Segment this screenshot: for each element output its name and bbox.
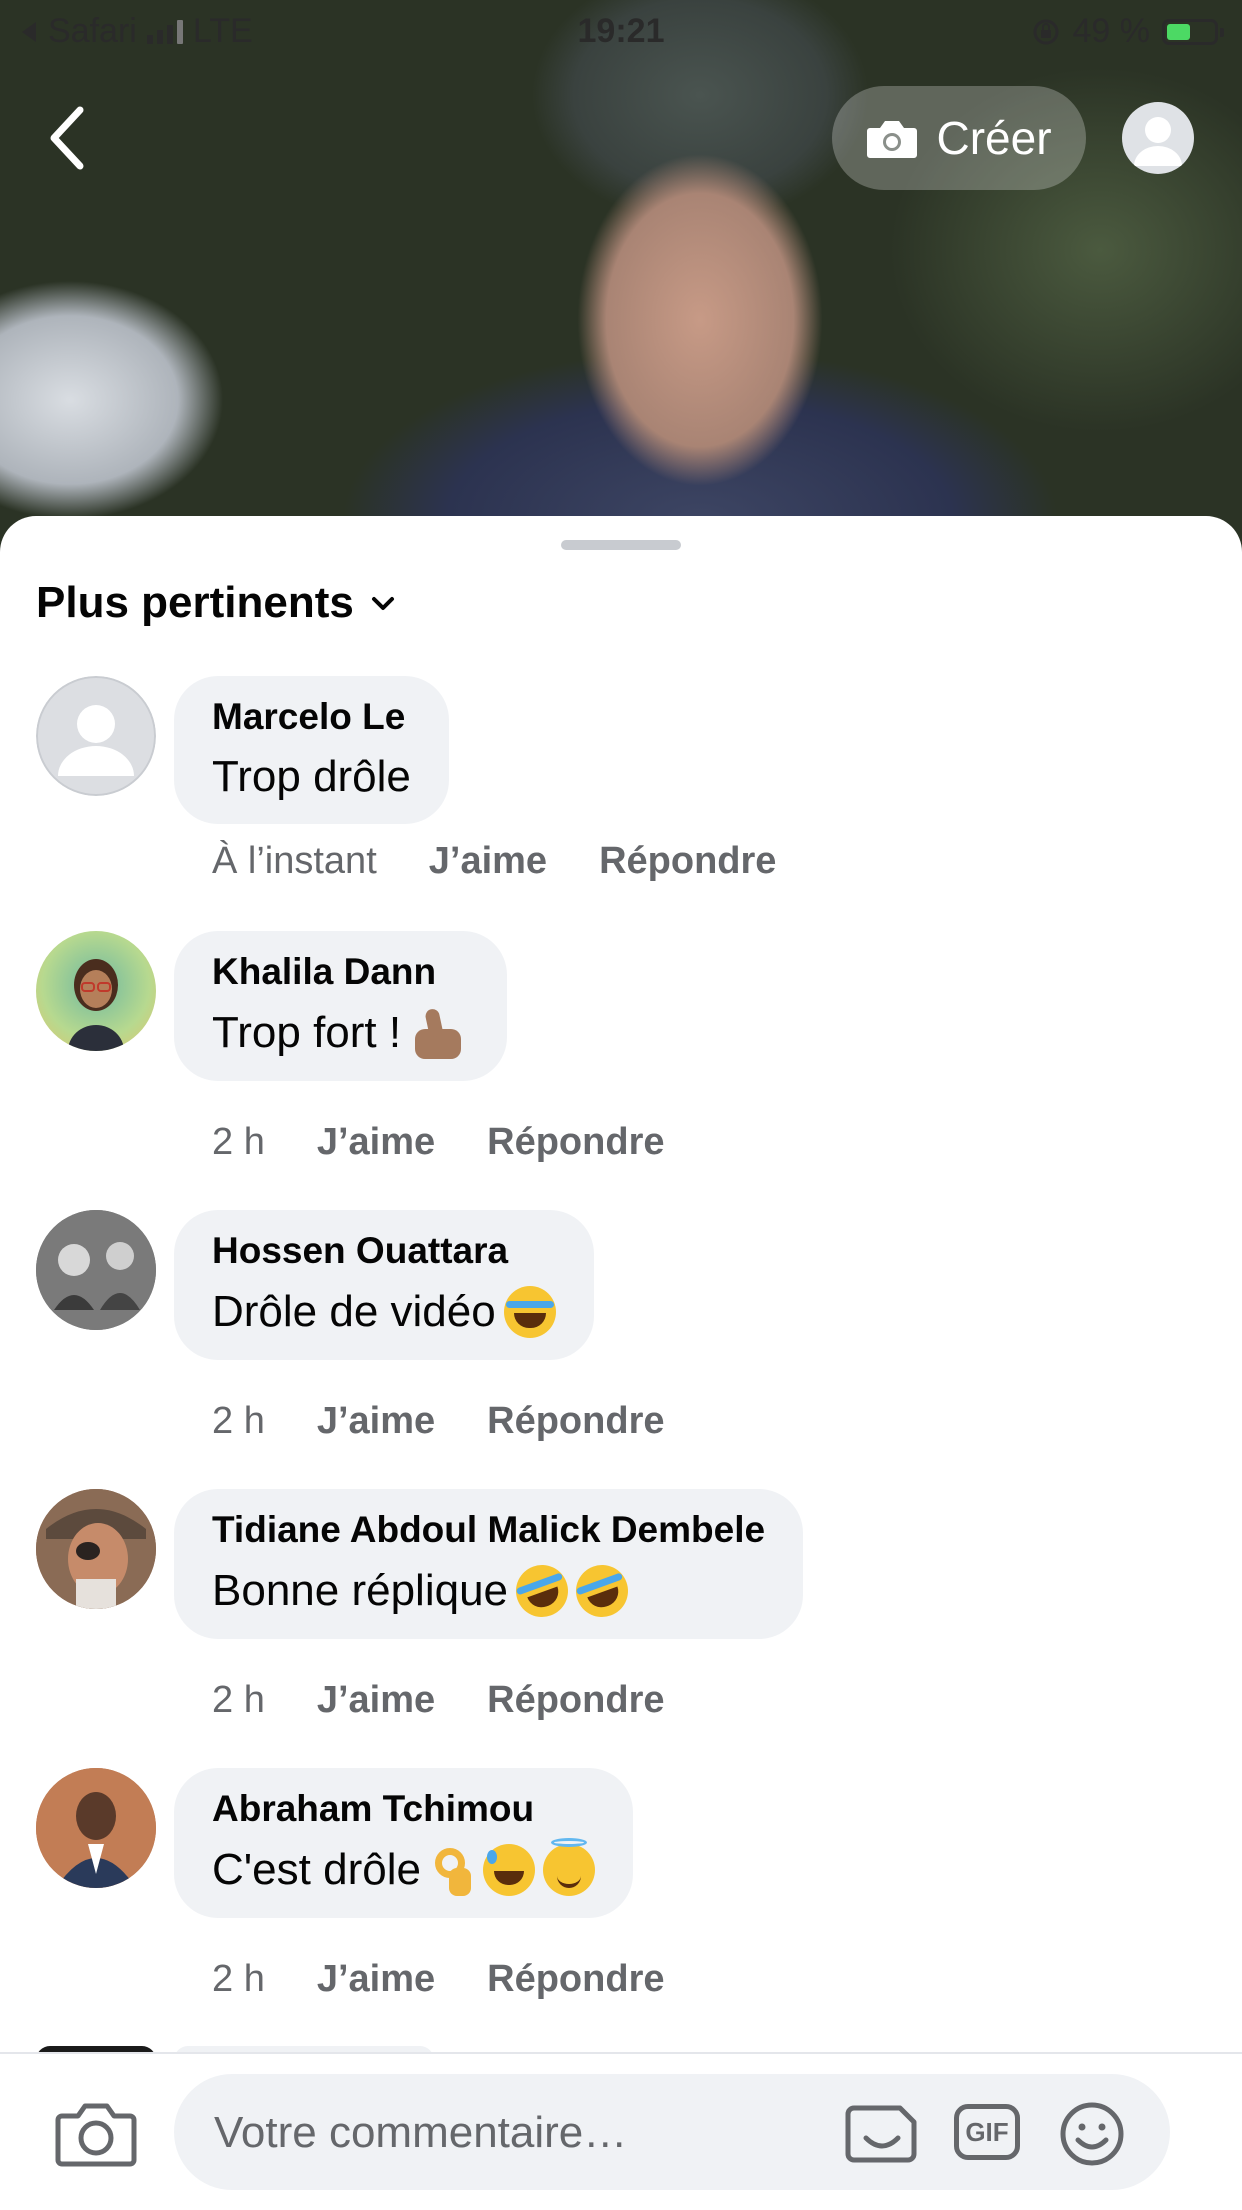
comment-actions: 2 h J’aime Répondre — [212, 1400, 665, 1443]
avatar[interactable] — [36, 676, 156, 796]
profile-avatar[interactable] — [1122, 102, 1194, 174]
video-player[interactable]: Safari LTE 19:21 49 % Créer — [0, 0, 1242, 560]
comment-text-content: Trop drôle — [212, 752, 411, 801]
sheet-grabber[interactable] — [561, 540, 681, 550]
battery-percent: 49 % — [1072, 12, 1151, 50]
chevron-down-icon — [371, 597, 394, 610]
status-bar: Safari LTE 19:21 49 % — [0, 0, 1242, 62]
comment-input[interactable] — [212, 2074, 836, 2192]
comment-composer: GIF — [0, 2052, 1242, 2210]
reply-button[interactable]: Répondre — [599, 840, 776, 883]
comment-time: À l’instant — [212, 840, 377, 882]
comment-bubble[interactable]: Abraham Tchimou C'est drôle — [174, 1768, 633, 1918]
comment-author[interactable]: Hossen Ouattara — [212, 1230, 556, 1272]
avatar-portrait-icon — [36, 1768, 156, 1888]
avatar[interactable] — [36, 1210, 156, 1330]
smiling-halo-icon — [542, 1838, 595, 1896]
orientation-lock-icon — [1033, 19, 1058, 44]
comment-text-content: Trop fort ! — [212, 1008, 402, 1057]
comment-item: Khalila Dann Trop fort ! 2 h J’aime Répo… — [0, 931, 1242, 1191]
comment-actions: À l’instant J’aime Répondre — [212, 840, 776, 883]
comment-bubble[interactable]: Marcelo Le Trop drôle — [174, 676, 449, 824]
comment-item: Tidiane Abdoul Malick Dembele Bonne répl… — [0, 1489, 1242, 1749]
smiley-icon — [1060, 2102, 1124, 2166]
back-button[interactable] — [40, 100, 100, 176]
avatar[interactable] — [36, 1489, 156, 1609]
comment-text-content: Drôle de vidéo — [212, 1287, 496, 1336]
comment-text: Drôle de vidéo — [212, 1286, 556, 1338]
rolling-on-floor-laughing-icon — [508, 1557, 576, 1625]
comment-time: 2 h — [212, 1121, 265, 1163]
reply-button[interactable]: Répondre — [487, 1121, 664, 1164]
like-button[interactable]: J’aime — [429, 840, 547, 883]
comment-time: 2 h — [212, 1679, 265, 1721]
avatar-illustration-icon — [36, 1489, 156, 1609]
ok-hand-icon — [429, 1844, 475, 1896]
camera-icon — [867, 121, 918, 158]
like-button[interactable]: J’aime — [317, 1400, 435, 1443]
status-right: 49 % — [1031, 12, 1224, 51]
comment-text: Trop drôle — [212, 752, 411, 802]
comment-author[interactable]: Khalila Dann — [212, 951, 469, 993]
camera-button[interactable] — [54, 2098, 138, 2170]
comment-item: Hossen Ouattara Drôle de vidéo 2 h J’aim… — [0, 1210, 1242, 1470]
comment-text: Trop fort ! — [212, 1007, 469, 1059]
avatar[interactable] — [36, 1768, 156, 1888]
comment-author[interactable]: Tidiane Abdoul Malick Dembele — [212, 1509, 765, 1551]
create-button[interactable]: Créer — [832, 86, 1086, 190]
comment-text-content: C'est drôle — [212, 1845, 421, 1894]
comment-actions: 2 h J’aime Répondre — [212, 1958, 665, 2001]
comment-input-container[interactable]: GIF — [174, 2074, 1170, 2192]
grinning-sweat-icon — [482, 1844, 535, 1896]
comment-actions: 2 h J’aime Répondre — [212, 1121, 665, 1164]
reply-button[interactable]: Répondre — [487, 1958, 664, 2001]
sort-dropdown[interactable]: Plus pertinents — [36, 578, 398, 628]
comment-text: Bonne réplique — [212, 1557, 765, 1625]
thumbs-up-icon — [409, 1007, 469, 1059]
default-avatar-icon — [36, 676, 156, 796]
face-with-tears-of-joy-icon — [503, 1286, 556, 1338]
camera-icon — [55, 2103, 137, 2167]
battery-icon — [1162, 18, 1224, 45]
sort-label: Plus pertinents — [36, 578, 354, 627]
reply-button[interactable]: Répondre — [487, 1679, 664, 1722]
rolling-on-floor-laughing-icon — [568, 1557, 636, 1625]
create-label: Créer — [936, 112, 1052, 164]
like-button[interactable]: J’aime — [317, 1121, 435, 1164]
emoji-button[interactable] — [1058, 2100, 1126, 2168]
user-silhouette-icon — [1134, 117, 1182, 166]
comment-author[interactable]: Abraham Tchimou — [212, 1788, 595, 1830]
avatar-character-icon — [68, 959, 124, 1051]
sticker-button[interactable] — [844, 2100, 920, 2166]
gif-button[interactable]: GIF — [954, 2104, 1020, 2160]
reply-button[interactable]: Répondre — [487, 1400, 664, 1443]
comment-text: C'est drôle — [212, 1838, 595, 1896]
comment-time: 2 h — [212, 1958, 265, 2000]
like-button[interactable]: J’aime — [317, 1679, 435, 1722]
comment-author[interactable]: Marcelo Le — [212, 696, 411, 738]
comment-bubble[interactable]: Hossen Ouattara Drôle de vidéo — [174, 1210, 594, 1360]
comment-time: 2 h — [212, 1400, 265, 1442]
chevron-left-icon — [50, 106, 84, 170]
comment-item: Marcelo Le Trop drôle À l’instant J’aime… — [0, 676, 1242, 936]
like-button[interactable]: J’aime — [317, 1958, 435, 2001]
comment-text-content: Bonne réplique — [212, 1566, 509, 1615]
comment-bubble[interactable]: Tidiane Abdoul Malick Dembele Bonne répl… — [174, 1489, 804, 1639]
sticker-icon — [845, 2105, 917, 2163]
avatar[interactable] — [36, 931, 156, 1051]
comment-actions: 2 h J’aime Répondre — [212, 1679, 665, 1722]
comment-bubble[interactable]: Khalila Dann Trop fort ! — [174, 931, 508, 1081]
comment-item: Abraham Tchimou C'est drôle 2 h J’aime R… — [0, 1768, 1242, 2028]
avatar-illustration-icon — [36, 1210, 156, 1330]
